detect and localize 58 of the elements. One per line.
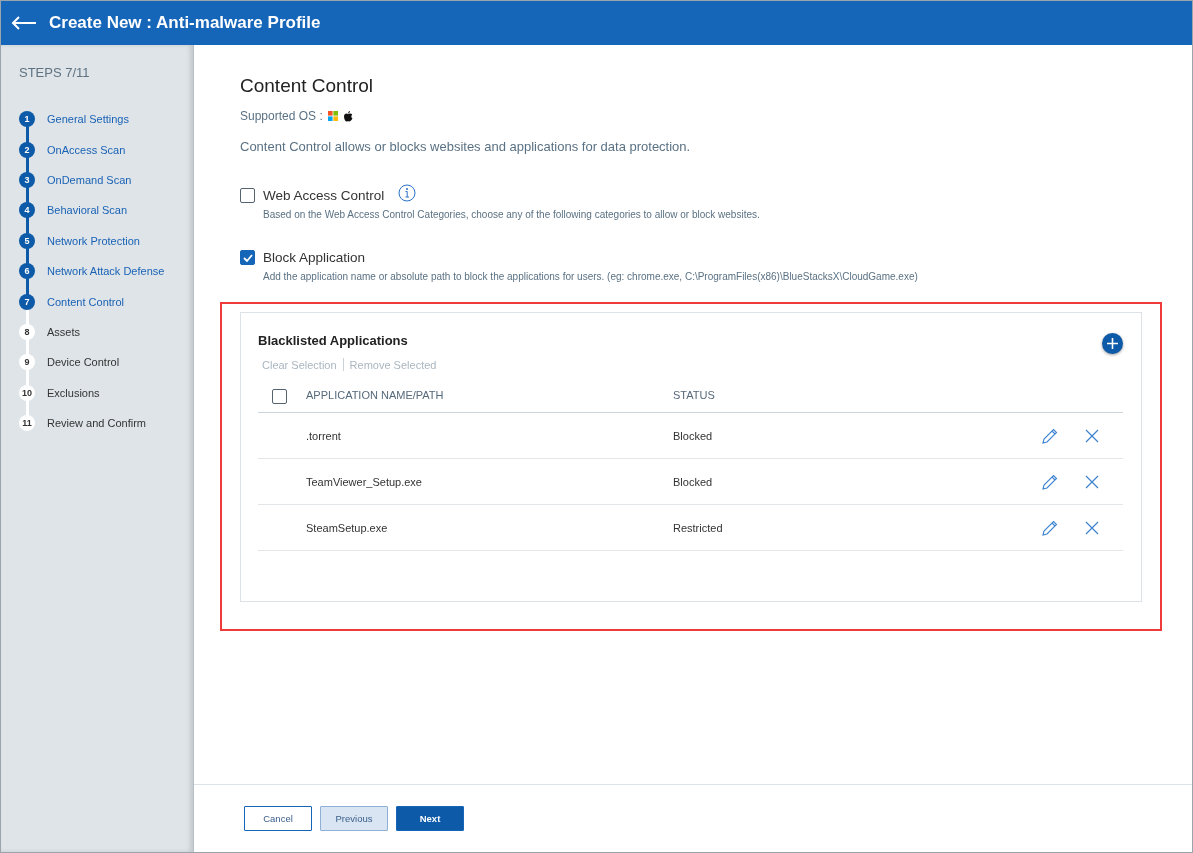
option-hint: Add the application name or absolute path to block the applications for users. (eg: chrome.exe, C:\ProgramFiles(x86)\BlueStacksX\CloudGame.exe) — [263, 271, 919, 282]
step-link[interactable]: Network Attack Defense — [47, 265, 165, 278]
footer-button[interactable]: Cancel — [244, 806, 312, 831]
step-number: 5 — [19, 232, 35, 249]
supported-os-label: Supported OS : — [240, 109, 323, 123]
step-number: 2 — [19, 141, 35, 158]
edit-icon[interactable] — [1041, 426, 1059, 445]
select-all-checkbox[interactable] — [272, 389, 287, 404]
close-icon[interactable] — [1085, 520, 1099, 535]
column-header: STATUS — [673, 389, 1041, 413]
page-title: Create New : Anti-malware Profile — [49, 13, 321, 33]
table-cell: .torrent — [306, 413, 673, 459]
step-number: 6 — [19, 263, 35, 280]
step-link[interactable]: Assets — [47, 325, 80, 338]
step-link[interactable]: Review and Confirm — [47, 417, 147, 430]
panel-title: Blacklisted Applications — [258, 333, 408, 348]
step-link[interactable]: OnDemand Scan — [47, 173, 132, 186]
table-cell: TeamViewer_Setup.exe — [306, 459, 673, 505]
step-link[interactable]: Network Protection — [47, 234, 140, 247]
step-link[interactable]: Device Control — [47, 356, 120, 369]
edit-icon[interactable] — [1041, 518, 1059, 537]
checkbox[interactable] — [240, 250, 255, 265]
add-button[interactable] — [1102, 333, 1123, 354]
step-link[interactable]: Content Control — [47, 295, 125, 308]
step-number: 11 — [19, 415, 35, 432]
edit-icon[interactable] — [1041, 472, 1059, 491]
apple-icon — [342, 110, 353, 122]
step-number: 10 — [19, 384, 35, 401]
step-link[interactable]: Exclusions — [47, 386, 100, 399]
plus-icon — [1107, 338, 1118, 349]
back-arrow-icon[interactable] — [11, 16, 37, 30]
table-cell: SteamSetup.exe — [306, 505, 673, 551]
checkbox[interactable] — [240, 188, 255, 203]
step-link[interactable]: General Settings — [47, 113, 129, 126]
option-hint: Based on the Web Access Control Categories, choose any of the following categories to allow or block websites. — [263, 209, 761, 220]
step-number: 3 — [19, 171, 35, 188]
windows-icon — [327, 111, 338, 121]
table-cell: Restricted — [673, 505, 1041, 551]
step-link[interactable]: Behavioral Scan — [47, 204, 128, 217]
close-icon[interactable] — [1085, 474, 1099, 489]
table-cell: Blocked — [673, 459, 1041, 505]
footer-button[interactable]: Previous — [320, 806, 388, 831]
section-description: Content Control allows or blocks websites and applications for data protection. — [240, 139, 692, 154]
step-number: 9 — [19, 354, 35, 371]
step-link[interactable]: OnAccess Scan — [47, 143, 126, 156]
step-number: 8 — [19, 323, 35, 340]
step-number: 1 — [19, 111, 35, 128]
step-number: 4 — [19, 202, 35, 219]
section-title: Content Control — [240, 75, 375, 97]
step-number: 7 — [19, 293, 35, 310]
close-icon[interactable] — [1085, 428, 1099, 443]
column-header: APPLICATION NAME/PATH — [306, 389, 673, 413]
steps-counter: STEPS 7/11 — [19, 65, 91, 80]
table-cell: Blocked — [673, 413, 1041, 459]
option-label: Block Application — [263, 250, 366, 265]
option-label: Web Access Control — [263, 188, 385, 203]
footer-button[interactable]: Next — [396, 806, 464, 831]
info-icon[interactable] — [398, 183, 417, 202]
